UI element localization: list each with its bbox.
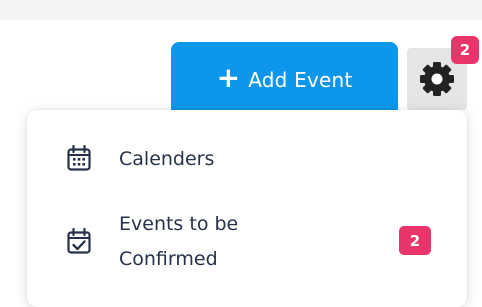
calendar-check-icon <box>67 228 91 254</box>
add-event-button[interactable]: + Add Event <box>171 42 398 116</box>
gear-icon <box>420 62 454 96</box>
events-count-badge: 2 <box>399 226 431 255</box>
menu-item-label-line2: Confirmed <box>119 248 218 270</box>
notification-badge: 2 <box>451 36 479 64</box>
add-event-label: Add Event <box>248 68 353 92</box>
menu-item-events-to-be-confirmed[interactable]: Events to be Confirmed 2 <box>27 210 467 280</box>
plus-icon: + <box>216 61 241 94</box>
calendar-icon <box>67 145 91 171</box>
top-strip <box>0 0 482 20</box>
menu-item-calendars[interactable]: Calenders <box>27 140 467 180</box>
settings-dropdown-menu: Calenders Events to be Confirmed 2 <box>27 110 467 307</box>
menu-item-label-line1: Events to be <box>119 213 239 235</box>
menu-item-label: Calenders <box>119 148 215 170</box>
